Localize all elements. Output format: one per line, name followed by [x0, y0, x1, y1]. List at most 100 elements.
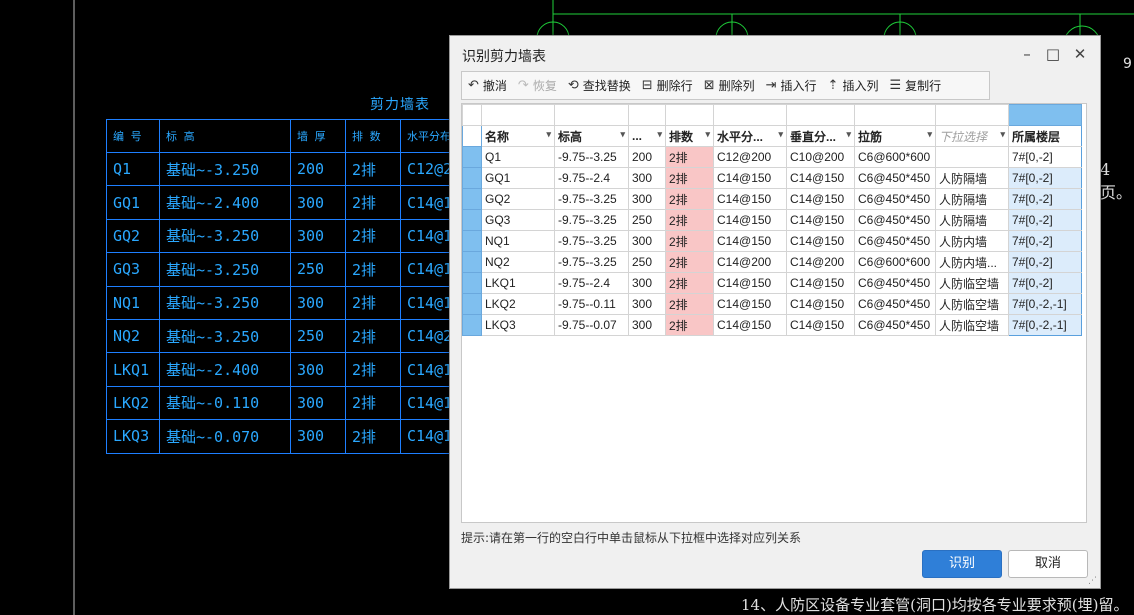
chevron-down-icon[interactable]: ▾: [846, 129, 851, 140]
table-cell[interactable]: C14@150: [713, 230, 787, 252]
table-cell[interactable]: 200: [628, 146, 666, 168]
table-cell[interactable]: LKQ1: [481, 272, 555, 294]
table-cell[interactable]: -9.75--3.25: [554, 209, 629, 231]
table-cell[interactable]: -9.75--3.25: [554, 230, 629, 252]
maximize-button[interactable]: □: [1042, 43, 1064, 65]
recognize-button[interactable]: 识别: [922, 550, 1002, 578]
table-cell[interactable]: 7#[0,-2]: [1008, 230, 1082, 252]
column-type-dropdown[interactable]: 标高 ▾: [554, 125, 629, 147]
column-selector[interactable]: [713, 104, 787, 126]
insert-row-button[interactable]: ⇥ 插入行: [760, 73, 822, 98]
table-cell[interactable]: 人防临空墙: [935, 293, 1009, 315]
table-cell[interactable]: 7#[0,-2,-1]: [1008, 293, 1082, 315]
column-selector[interactable]: [628, 104, 666, 126]
table-row[interactable]: GQ1 -9.75--2.4 300 2排 C14@150 C14@150 C6@450*4…: [462, 167, 1082, 189]
row-header[interactable]: [462, 251, 482, 273]
chevron-down-icon[interactable]: ▾: [705, 129, 710, 140]
table-cell[interactable]: C14@150: [713, 314, 787, 336]
table-cell[interactable]: 7#[0,-2]: [1008, 146, 1082, 168]
table-cell[interactable]: 2排: [665, 293, 714, 315]
table-cell[interactable]: C14@200: [713, 251, 787, 273]
undo-button[interactable]: ↶ 撤消: [462, 73, 512, 98]
chevron-down-icon[interactable]: ▾: [927, 129, 932, 140]
table-cell[interactable]: LKQ2: [481, 293, 555, 315]
find-replace-button[interactable]: ⟲ 查找替换: [562, 73, 636, 98]
column-selector[interactable]: [786, 104, 855, 126]
table-cell[interactable]: C6@450*450: [854, 272, 936, 294]
table-cell[interactable]: C6@450*450: [854, 209, 936, 231]
table-cell[interactable]: 300: [628, 314, 666, 336]
column-type-dropdown[interactable]: 排数 ▾: [665, 125, 714, 147]
table-cell[interactable]: 2排: [665, 230, 714, 252]
table-cell[interactable]: C6@600*600: [854, 251, 936, 273]
table-cell[interactable]: 人防临空墙: [935, 272, 1009, 294]
table-cell[interactable]: 7#[0,-2]: [1008, 209, 1082, 231]
table-cell[interactable]: C6@450*450: [854, 188, 936, 210]
column-selector[interactable]: [481, 104, 555, 126]
table-row[interactable]: LKQ3 -9.75--0.07 300 2排 C14@150 C14@150 C6@450…: [462, 314, 1082, 336]
table-cell[interactable]: 2排: [665, 314, 714, 336]
table-cell[interactable]: 7#[0,-2,-1]: [1008, 314, 1082, 336]
column-type-dropdown[interactable]: 下拉选择 ▾: [935, 125, 1009, 147]
table-cell[interactable]: 人防内墙: [935, 230, 1009, 252]
resize-grip-icon[interactable]: ⋰: [1088, 576, 1097, 586]
table-cell[interactable]: 300: [628, 167, 666, 189]
cancel-button[interactable]: 取消: [1008, 550, 1088, 578]
table-cell[interactable]: 2排: [665, 209, 714, 231]
table-cell[interactable]: 7#[0,-2]: [1008, 188, 1082, 210]
table-cell[interactable]: C12@200: [713, 146, 787, 168]
table-row[interactable]: LKQ1 -9.75--2.4 300 2排 C14@150 C14@150 C6@450*…: [462, 272, 1082, 294]
table-grid-container[interactable]: 名称 ▾ 标高 ▾... ▾ 排数 ▾ 水平分... ▾ 垂直分... ▾ 拉筋 ▾ 下拉选择 ▾ 所属楼层 Q…: [461, 103, 1087, 523]
close-button[interactable]: ✕: [1069, 43, 1091, 65]
table-cell[interactable]: Q1: [481, 146, 555, 168]
table-cell[interactable]: 300: [628, 293, 666, 315]
table-cell[interactable]: 2排: [665, 272, 714, 294]
table-cell[interactable]: C14@150: [786, 167, 855, 189]
row-header[interactable]: [462, 272, 482, 294]
column-type-dropdown[interactable]: 名称 ▾: [481, 125, 555, 147]
table-cell[interactable]: C14@150: [786, 314, 855, 336]
table-cell[interactable]: -9.75--2.4: [554, 167, 629, 189]
table-cell[interactable]: 300: [628, 188, 666, 210]
chevron-down-icon[interactable]: ▾: [1000, 129, 1005, 140]
redo-button[interactable]: ↷ 恢复: [512, 73, 562, 98]
table-cell[interactable]: C14@200: [786, 251, 855, 273]
column-type-dropdown[interactable]: 水平分... ▾: [713, 125, 787, 147]
table-cell[interactable]: C14@150: [713, 167, 787, 189]
table-cell[interactable]: 7#[0,-2]: [1008, 167, 1082, 189]
table-cell[interactable]: LKQ3: [481, 314, 555, 336]
table-cell[interactable]: C14@150: [786, 209, 855, 231]
table-cell[interactable]: 2排: [665, 188, 714, 210]
column-selector-selected[interactable]: [1008, 104, 1082, 126]
table-cell[interactable]: 人防隔墙: [935, 167, 1009, 189]
table-row[interactable]: NQ2 -9.75--3.25 250 2排 C14@200 C14@200 C6@600*…: [462, 251, 1082, 273]
table-cell[interactable]: 2排: [665, 146, 714, 168]
table-cell[interactable]: 人防内墙...: [935, 251, 1009, 273]
minimize-button[interactable]: –: [1016, 43, 1038, 65]
table-cell[interactable]: 人防临空墙: [935, 314, 1009, 336]
column-type-dropdown[interactable]: 垂直分... ▾: [786, 125, 855, 147]
row-header[interactable]: [462, 230, 482, 252]
table-cell[interactable]: C14@150: [786, 293, 855, 315]
table-cell[interactable]: C14@150: [786, 188, 855, 210]
table-cell[interactable]: 7#[0,-2]: [1008, 272, 1082, 294]
table-cell[interactable]: C10@200: [786, 146, 855, 168]
table-cell[interactable]: [935, 146, 1009, 168]
table-cell[interactable]: 人防隔墙: [935, 188, 1009, 210]
table-cell[interactable]: -9.75--0.07: [554, 314, 629, 336]
table-row[interactable]: GQ3 -9.75--3.25 250 2排 C14@150 C14@150 C6@450*…: [462, 209, 1082, 231]
table-cell[interactable]: 2排: [665, 251, 714, 273]
table-cell[interactable]: C14@150: [713, 188, 787, 210]
table-cell[interactable]: -9.75--3.25: [554, 188, 629, 210]
table-cell[interactable]: GQ1: [481, 167, 555, 189]
table-cell[interactable]: 7#[0,-2]: [1008, 251, 1082, 273]
delete-row-button[interactable]: ⊟ 删除行: [636, 73, 698, 98]
row-header[interactable]: [462, 293, 482, 315]
table-cell[interactable]: GQ3: [481, 209, 555, 231]
chevron-down-icon[interactable]: ▾: [546, 129, 551, 140]
table-cell[interactable]: 250: [628, 251, 666, 273]
table-row[interactable]: NQ1 -9.75--3.25 300 2排 C14@150 C14@150 C6@450*…: [462, 230, 1082, 252]
column-selector[interactable]: [935, 104, 1009, 126]
table-cell[interactable]: C6@450*450: [854, 167, 936, 189]
table-row[interactable]: Q1 -9.75--3.25 200 2排 C12@200 C10@200 C6@600*6…: [462, 146, 1082, 168]
